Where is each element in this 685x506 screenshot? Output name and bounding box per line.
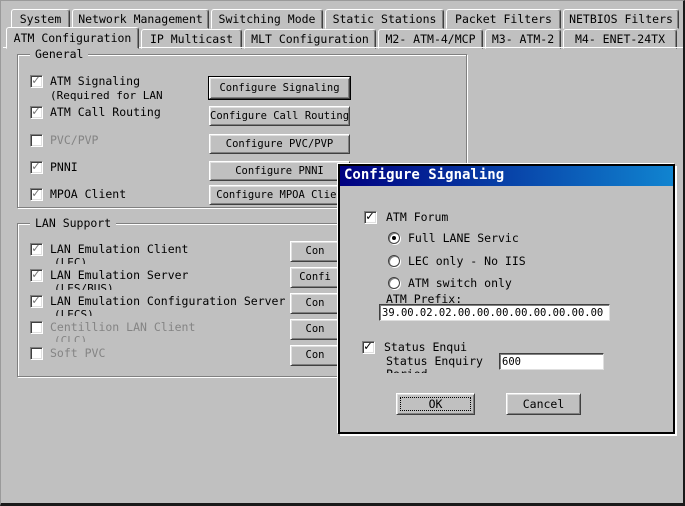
mpoa-client-label: MPOA Client (50, 187, 126, 201)
lec-only-label: LEC only - No IIS (408, 254, 526, 268)
tab-static-stations[interactable]: Static Stations (325, 9, 444, 29)
lan-emulation-config-server-sublabel: (LECS) (54, 309, 94, 316)
configure-pnni-button[interactable]: Configure PNNI (209, 161, 350, 181)
app-window: System Network Management Switching Mode… (0, 0, 685, 506)
configure-signaling-button[interactable]: Configure Signaling (209, 77, 350, 99)
full-lane-service-radio[interactable] (388, 232, 400, 244)
tab-netbios-filters[interactable]: NETBIOS Filters (563, 9, 679, 29)
status-enquiry-period-label: Status Enquiry Period (386, 355, 506, 373)
centillion-lan-client-label: Centillion LAN Client (50, 320, 195, 334)
atm-switch-only-radio[interactable] (388, 277, 400, 289)
atm-switch-only-label: ATM switch only (408, 276, 512, 290)
atm-call-routing-label: ATM Call Routing (50, 105, 161, 119)
atm-forum-label: ATM Forum (386, 210, 448, 224)
lan-emulation-server-label: LAN Emulation Server (50, 268, 188, 282)
dialog-titlebar[interactable]: Configure Signaling (340, 166, 673, 186)
lan-emulation-client-label: LAN Emulation Client (50, 242, 188, 256)
configure-lecs-button[interactable]: Con (290, 293, 340, 314)
pnni-checkbox[interactable] (30, 161, 43, 174)
atm-signaling-label: ATM Signaling (50, 74, 140, 88)
soft-pvc-label: Soft PVC (50, 346, 105, 360)
configure-mpoa-client-button[interactable]: Configure MPOA Clien (209, 185, 350, 205)
pnni-label: PNNI (50, 160, 78, 174)
cancel-button[interactable]: Cancel (506, 393, 581, 415)
centillion-lan-client-sublabel: (CLC) (54, 335, 87, 342)
tab-switching-mode[interactable]: Switching Mode (211, 9, 323, 29)
tab-system[interactable]: System (11, 9, 70, 29)
atm-call-routing-checkbox[interactable] (30, 106, 43, 119)
full-lane-service-label: Full LANE Servic (408, 231, 519, 245)
configure-les-bus-button[interactable]: Confi (290, 267, 340, 288)
pvc-pvp-label: PVC/PVP (50, 133, 98, 147)
status-enquiry-label: Status Enqui (384, 340, 467, 354)
configure-signaling-dialog: Configure Signaling ATM Forum Full LANE … (338, 164, 675, 434)
lan-emulation-server-sublabel: (LES/BUS) (54, 283, 114, 290)
focus-rectangle (400, 397, 471, 411)
tab-packet-filters[interactable]: Packet Filters (446, 9, 561, 29)
mpoa-client-checkbox[interactable] (30, 188, 43, 201)
tab-network-management[interactable]: Network Management (72, 9, 209, 29)
status-enquiry-checkbox[interactable] (362, 341, 375, 354)
pvc-pvp-checkbox[interactable] (30, 134, 43, 147)
lec-only-radio[interactable] (388, 255, 400, 267)
atm-signaling-checkbox[interactable] (30, 75, 43, 88)
centillion-lan-client-checkbox[interactable] (30, 321, 43, 334)
tab-m3-atm2[interactable]: M3- ATM-2 (485, 29, 561, 49)
soft-pvc-checkbox[interactable] (30, 347, 43, 360)
lan-emulation-client-sublabel: (LEC) (54, 257, 87, 264)
status-enquiry-period-input[interactable] (499, 353, 604, 370)
tab-mlt-configuration[interactable]: MLT Configuration (244, 29, 376, 49)
tab-m2-atm4-mcp[interactable]: M2- ATM-4/MCP (378, 29, 483, 49)
lan-emulation-config-server-label: LAN Emulation Configuration Server (50, 294, 285, 308)
configure-lec-button[interactable]: Con (290, 241, 340, 262)
ok-button[interactable]: OK (396, 393, 475, 415)
group-lan-support-title: LAN Support (30, 216, 116, 230)
lan-emulation-server-checkbox[interactable] (30, 269, 43, 282)
atm-prefix-input[interactable] (379, 304, 610, 321)
atm-forum-checkbox[interactable] (364, 211, 377, 224)
atm-signaling-sublabel: (Required for LAN (50, 89, 163, 102)
lan-emulation-client-checkbox[interactable] (30, 243, 43, 256)
tab-ip-multicast[interactable]: IP Multicast (141, 29, 242, 49)
tab-atm-configuration[interactable]: ATM Configuration (6, 27, 139, 49)
configure-pvc-pvp-button[interactable]: Configure PVC/PVP (209, 134, 350, 154)
lan-emulation-config-server-checkbox[interactable] (30, 295, 43, 308)
configure-call-routing-button[interactable]: Configure Call Routing (209, 106, 350, 126)
group-general-title: General (30, 47, 88, 61)
configure-soft-pvc-button[interactable]: Con (290, 345, 340, 366)
configure-centillion-button[interactable]: Con (290, 319, 340, 340)
tab-m4-enet24tx[interactable]: M4- ENET-24TX (563, 29, 677, 49)
